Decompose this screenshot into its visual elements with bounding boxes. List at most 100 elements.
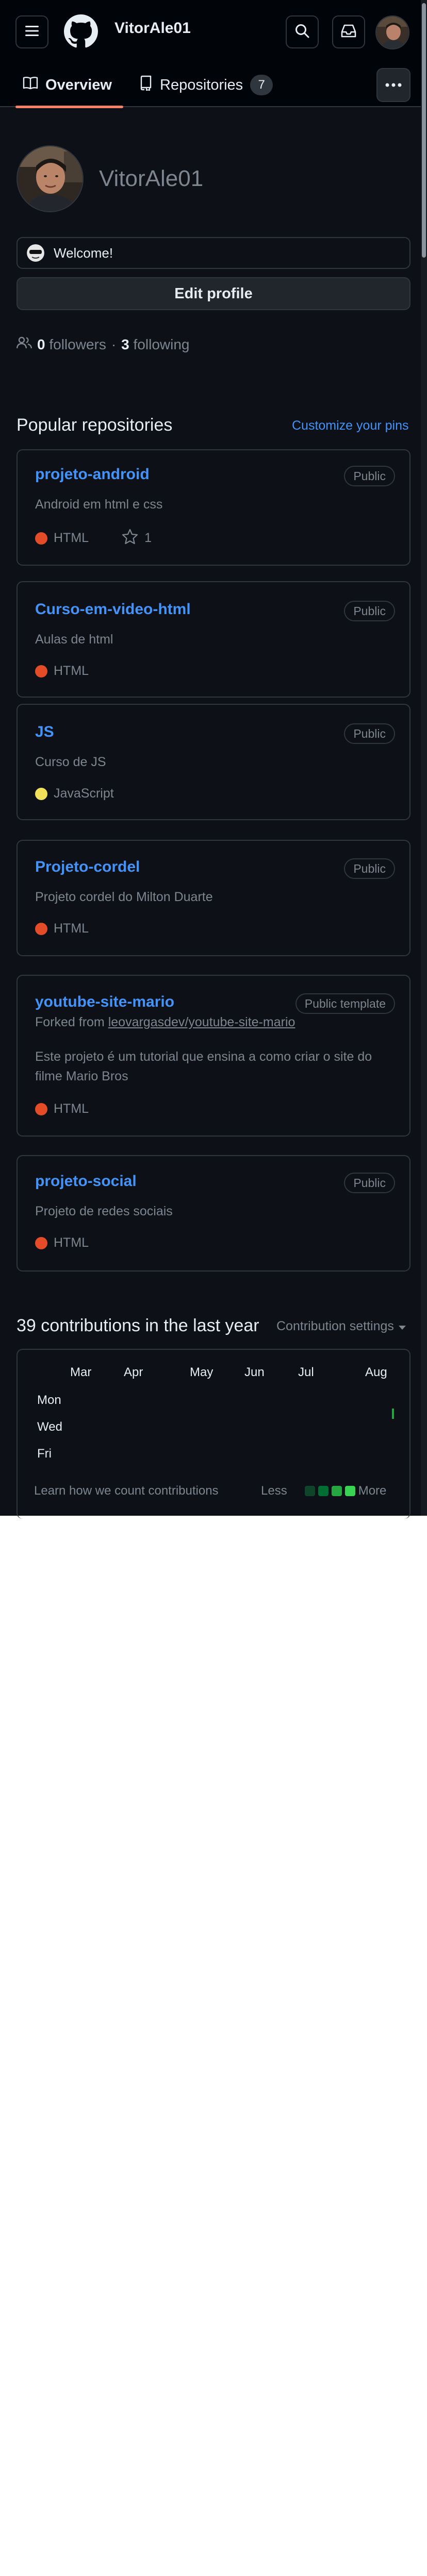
language-color-dot bbox=[35, 1236, 47, 1249]
repo-meta: JavaScript bbox=[35, 786, 114, 801]
avatar-image bbox=[376, 16, 408, 48]
scrollbar-thumb[interactable] bbox=[422, 3, 426, 258]
profile-avatar[interactable] bbox=[17, 145, 84, 212]
repo-language: HTML bbox=[54, 921, 89, 936]
visibility-badge: Public bbox=[344, 858, 395, 879]
repo-meta: HTML bbox=[35, 921, 89, 936]
following-count: 3 bbox=[121, 336, 129, 352]
follow-stats: 0 followers · 3 following bbox=[16, 336, 189, 353]
search-icon bbox=[294, 23, 310, 41]
followers-link[interactable]: 0 followers bbox=[37, 336, 106, 353]
repo-description: Curso de JS bbox=[35, 755, 106, 769]
month-label: Jul bbox=[298, 1365, 314, 1379]
visibility-badge: Public bbox=[344, 723, 395, 744]
tab-overview[interactable]: Overview bbox=[15, 63, 123, 108]
month-label: May bbox=[190, 1365, 213, 1379]
tab-repositories[interactable]: Repositories 7 bbox=[139, 63, 273, 107]
repo-name-link[interactable]: Projeto-cordel bbox=[35, 858, 140, 876]
visibility-badge: Public bbox=[344, 1173, 395, 1193]
repo-language: HTML bbox=[54, 1235, 89, 1250]
contributions-title: 39 contributions in the last year bbox=[17, 1316, 259, 1335]
profile-owner-link[interactable]: VitorAle01 bbox=[114, 20, 191, 37]
triangle-down-icon bbox=[398, 1319, 406, 1334]
github-logo-icon[interactable] bbox=[64, 14, 98, 48]
contribution-settings-label: Contribution settings bbox=[276, 1319, 394, 1333]
learn-contributions-link[interactable]: Learn how we count contributions bbox=[34, 1484, 219, 1498]
edit-profile-button[interactable]: Edit profile bbox=[17, 277, 410, 310]
legend-less: Less bbox=[261, 1484, 287, 1498]
search-button[interactable] bbox=[286, 15, 319, 48]
repositories-counter: 7 bbox=[250, 75, 273, 95]
month-label: Aug bbox=[365, 1365, 387, 1379]
repo-description: Android em html e css bbox=[35, 497, 163, 512]
legend-level-1 bbox=[304, 1486, 315, 1496]
tab-overview-label: Overview bbox=[45, 76, 112, 93]
repo-card: Curso-em-video-html Public Aulas de html… bbox=[17, 581, 410, 698]
active-tab-indicator bbox=[15, 106, 123, 108]
user-avatar-button[interactable] bbox=[375, 15, 409, 49]
language-color-dot bbox=[35, 1103, 47, 1115]
language-color-dot bbox=[35, 532, 47, 545]
more-tabs-button[interactable] bbox=[376, 68, 410, 102]
forked-from: Forked from leovargasdev/youtube-site-ma… bbox=[35, 1015, 295, 1030]
repo-card: Projeto-cordel Public Projeto cordel do … bbox=[17, 840, 410, 956]
legend-more: More bbox=[358, 1484, 387, 1498]
repo-name-link[interactable]: youtube-site-mario bbox=[35, 993, 174, 1011]
contribution-legend: Less More bbox=[261, 1484, 386, 1498]
repo-language: JavaScript bbox=[54, 786, 114, 801]
follow-separator: · bbox=[111, 336, 117, 352]
repo-name-link[interactable]: projeto-social bbox=[35, 1173, 137, 1190]
repo-card: projeto-social Public Projeto de redes s… bbox=[17, 1155, 410, 1272]
repo-meta: HTML bbox=[35, 1101, 89, 1116]
repo-language: HTML bbox=[54, 531, 89, 545]
kebab-horizontal-icon bbox=[385, 80, 402, 90]
popular-repositories-title: Popular repositories bbox=[17, 415, 173, 435]
menu-button[interactable] bbox=[15, 15, 48, 48]
repo-stars[interactable]: 1 bbox=[144, 531, 152, 546]
repo-card: JS Public Curso de JS JavaScript bbox=[17, 704, 410, 820]
hamburger-icon bbox=[24, 24, 40, 40]
repo-meta: HTML bbox=[35, 1235, 89, 1250]
people-icon bbox=[16, 336, 32, 353]
repo-name-link[interactable]: Curso-em-video-html bbox=[35, 601, 191, 618]
visibility-badge: Public bbox=[344, 601, 395, 621]
language-color-dot bbox=[35, 665, 47, 677]
repo-card: projeto-android Public Android em html e… bbox=[17, 449, 410, 566]
repo-language: HTML bbox=[54, 664, 89, 678]
repo-meta: HTML bbox=[35, 664, 89, 679]
status-text: Welcome! bbox=[54, 245, 113, 261]
month-label: Jun bbox=[244, 1365, 265, 1379]
forked-prefix: Forked from bbox=[35, 1015, 105, 1029]
contribution-cell[interactable] bbox=[392, 1409, 394, 1419]
user-status-button[interactable]: Welcome! bbox=[17, 237, 410, 269]
repo-description: Projeto de redes sociais bbox=[35, 1204, 173, 1218]
followers-label: followers bbox=[49, 336, 106, 352]
customize-pins-link[interactable]: Customize your pins bbox=[292, 418, 408, 433]
star-icon bbox=[122, 529, 138, 548]
following-label: following bbox=[133, 336, 190, 352]
repo-description: Projeto cordel do Milton Duarte bbox=[35, 890, 213, 904]
repo-description: Aulas de html bbox=[35, 632, 113, 647]
repo-name-link[interactable]: JS bbox=[35, 723, 54, 741]
app: VitorAle01 Overview Repositories 7 Vitor… bbox=[0, 0, 427, 1519]
day-label: Fri bbox=[37, 1447, 52, 1461]
repo-meta: HTML 1 bbox=[35, 529, 152, 548]
repo-icon bbox=[139, 75, 153, 95]
status-emoji-icon bbox=[27, 244, 44, 262]
profile-username: VitorAle01 bbox=[99, 166, 204, 191]
legend-level-2 bbox=[318, 1486, 329, 1496]
avatar-photo bbox=[18, 146, 83, 211]
inbox-button[interactable] bbox=[332, 15, 365, 48]
following-link[interactable]: 3 following bbox=[121, 336, 189, 353]
forked-from-link[interactable]: leovargasdev/youtube-site-mario bbox=[108, 1015, 295, 1029]
month-label: Apr bbox=[124, 1365, 143, 1379]
repo-description: Este projeto é um tutorial que ensina a … bbox=[35, 1049, 372, 1083]
repo-card: youtube-site-mario Public template Forke… bbox=[17, 975, 410, 1137]
language-color-dot bbox=[35, 922, 47, 935]
profile-tabs: Overview Repositories 7 bbox=[0, 63, 427, 108]
repo-name-link[interactable]: projeto-android bbox=[35, 466, 150, 483]
followers-count: 0 bbox=[37, 336, 45, 352]
day-label: Wed bbox=[37, 1420, 62, 1434]
visibility-badge: Public bbox=[344, 466, 395, 486]
contribution-settings-dropdown[interactable]: Contribution settings bbox=[276, 1319, 406, 1334]
